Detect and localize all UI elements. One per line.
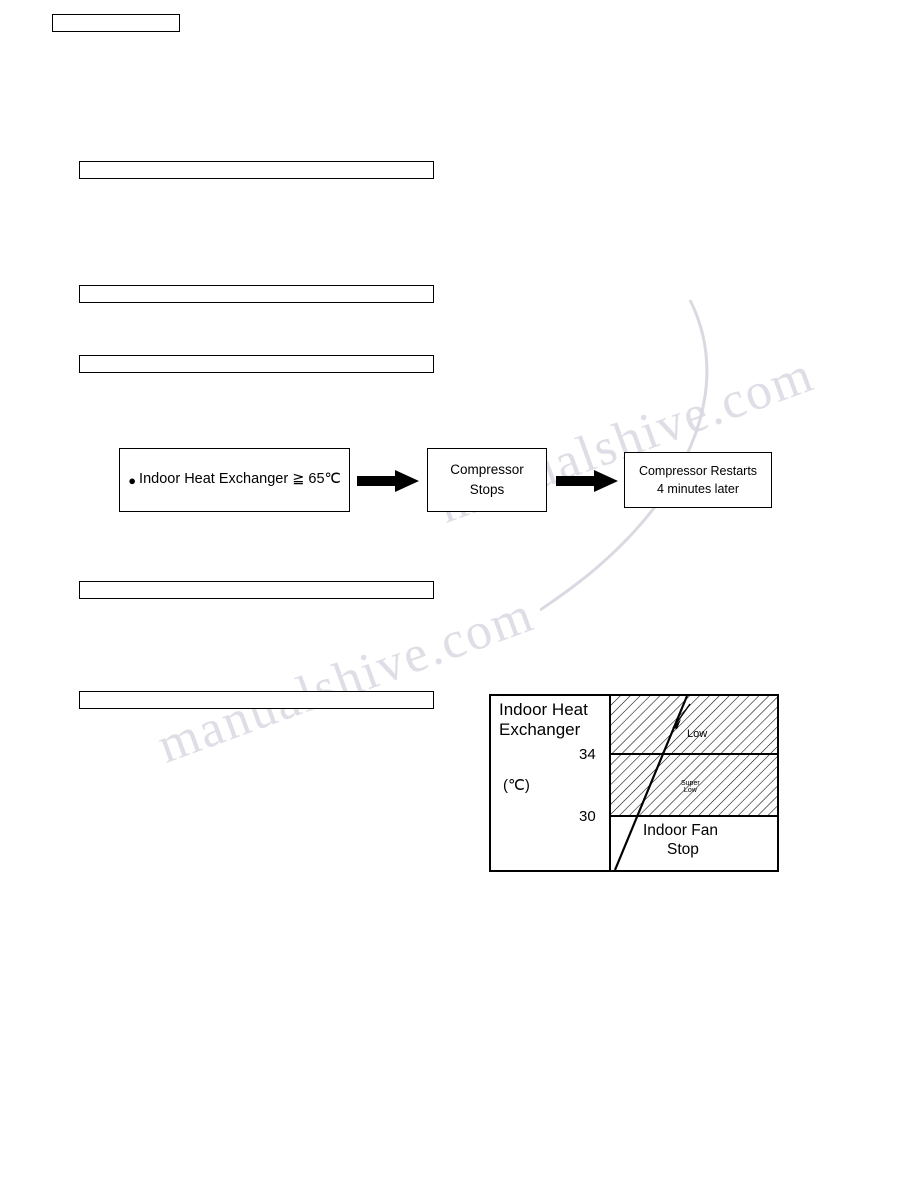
flow-box-compressor-restarts: Compressor Restarts 4 minutes later <box>624 452 772 508</box>
bullet-icon: ● <box>128 472 137 488</box>
chart-ytick-30: 30 <box>579 808 596 825</box>
section-bar-3 <box>79 355 434 373</box>
section-bar-1 <box>79 161 434 179</box>
flow-box-2-line1: Compressor <box>450 462 524 478</box>
chart-unit-label: (℃) <box>503 777 530 794</box>
section-bar-4 <box>79 581 434 599</box>
flow-box-2-line2: Stops <box>469 482 505 497</box>
flow-box-indoor-heat-exchanger: ● Indoor Heat Exchanger ≧ 65℃ <box>119 448 350 512</box>
flow-box-3-line1: Compressor Restarts <box>638 463 758 478</box>
chart-zone-label-super-low-line2: Low <box>683 787 697 795</box>
chart-title-line-1: Indoor Heat <box>499 700 588 719</box>
chart-zone-label-low: Low <box>687 728 708 740</box>
chart-zone-label-super-low-line1: Super <box>681 780 700 787</box>
flow-box-1-text: Indoor Heat Exchanger ≧ 65℃ <box>139 471 341 488</box>
flow-box-3-line2: 4 minutes later <box>657 482 739 496</box>
chart-ytick-34: 34 <box>579 746 596 763</box>
flow-arrow-1 <box>357 470 419 492</box>
indoor-heat-exchanger-chart: Indoor Heat Exchanger (℃) 34 30 Low Supe… <box>489 694 779 872</box>
section-bar-5 <box>79 691 434 709</box>
document-page: ● Indoor Heat Exchanger ≧ 65℃ Compressor… <box>0 0 918 1188</box>
section-bar-2 <box>79 285 434 303</box>
chart-title-line-2: Exchanger <box>499 720 581 739</box>
chart-zone-label-fan-stop-line2: Stop <box>667 841 699 858</box>
chart-zone-label-super-low: Super Low <box>681 780 700 795</box>
chart-zone-label-fan-stop-line1: Indoor Fan <box>643 822 718 839</box>
flow-box-compressor-stops: Compressor Stops <box>427 448 547 512</box>
header-corner-box <box>52 14 180 32</box>
flow-arrow-2 <box>556 470 618 492</box>
